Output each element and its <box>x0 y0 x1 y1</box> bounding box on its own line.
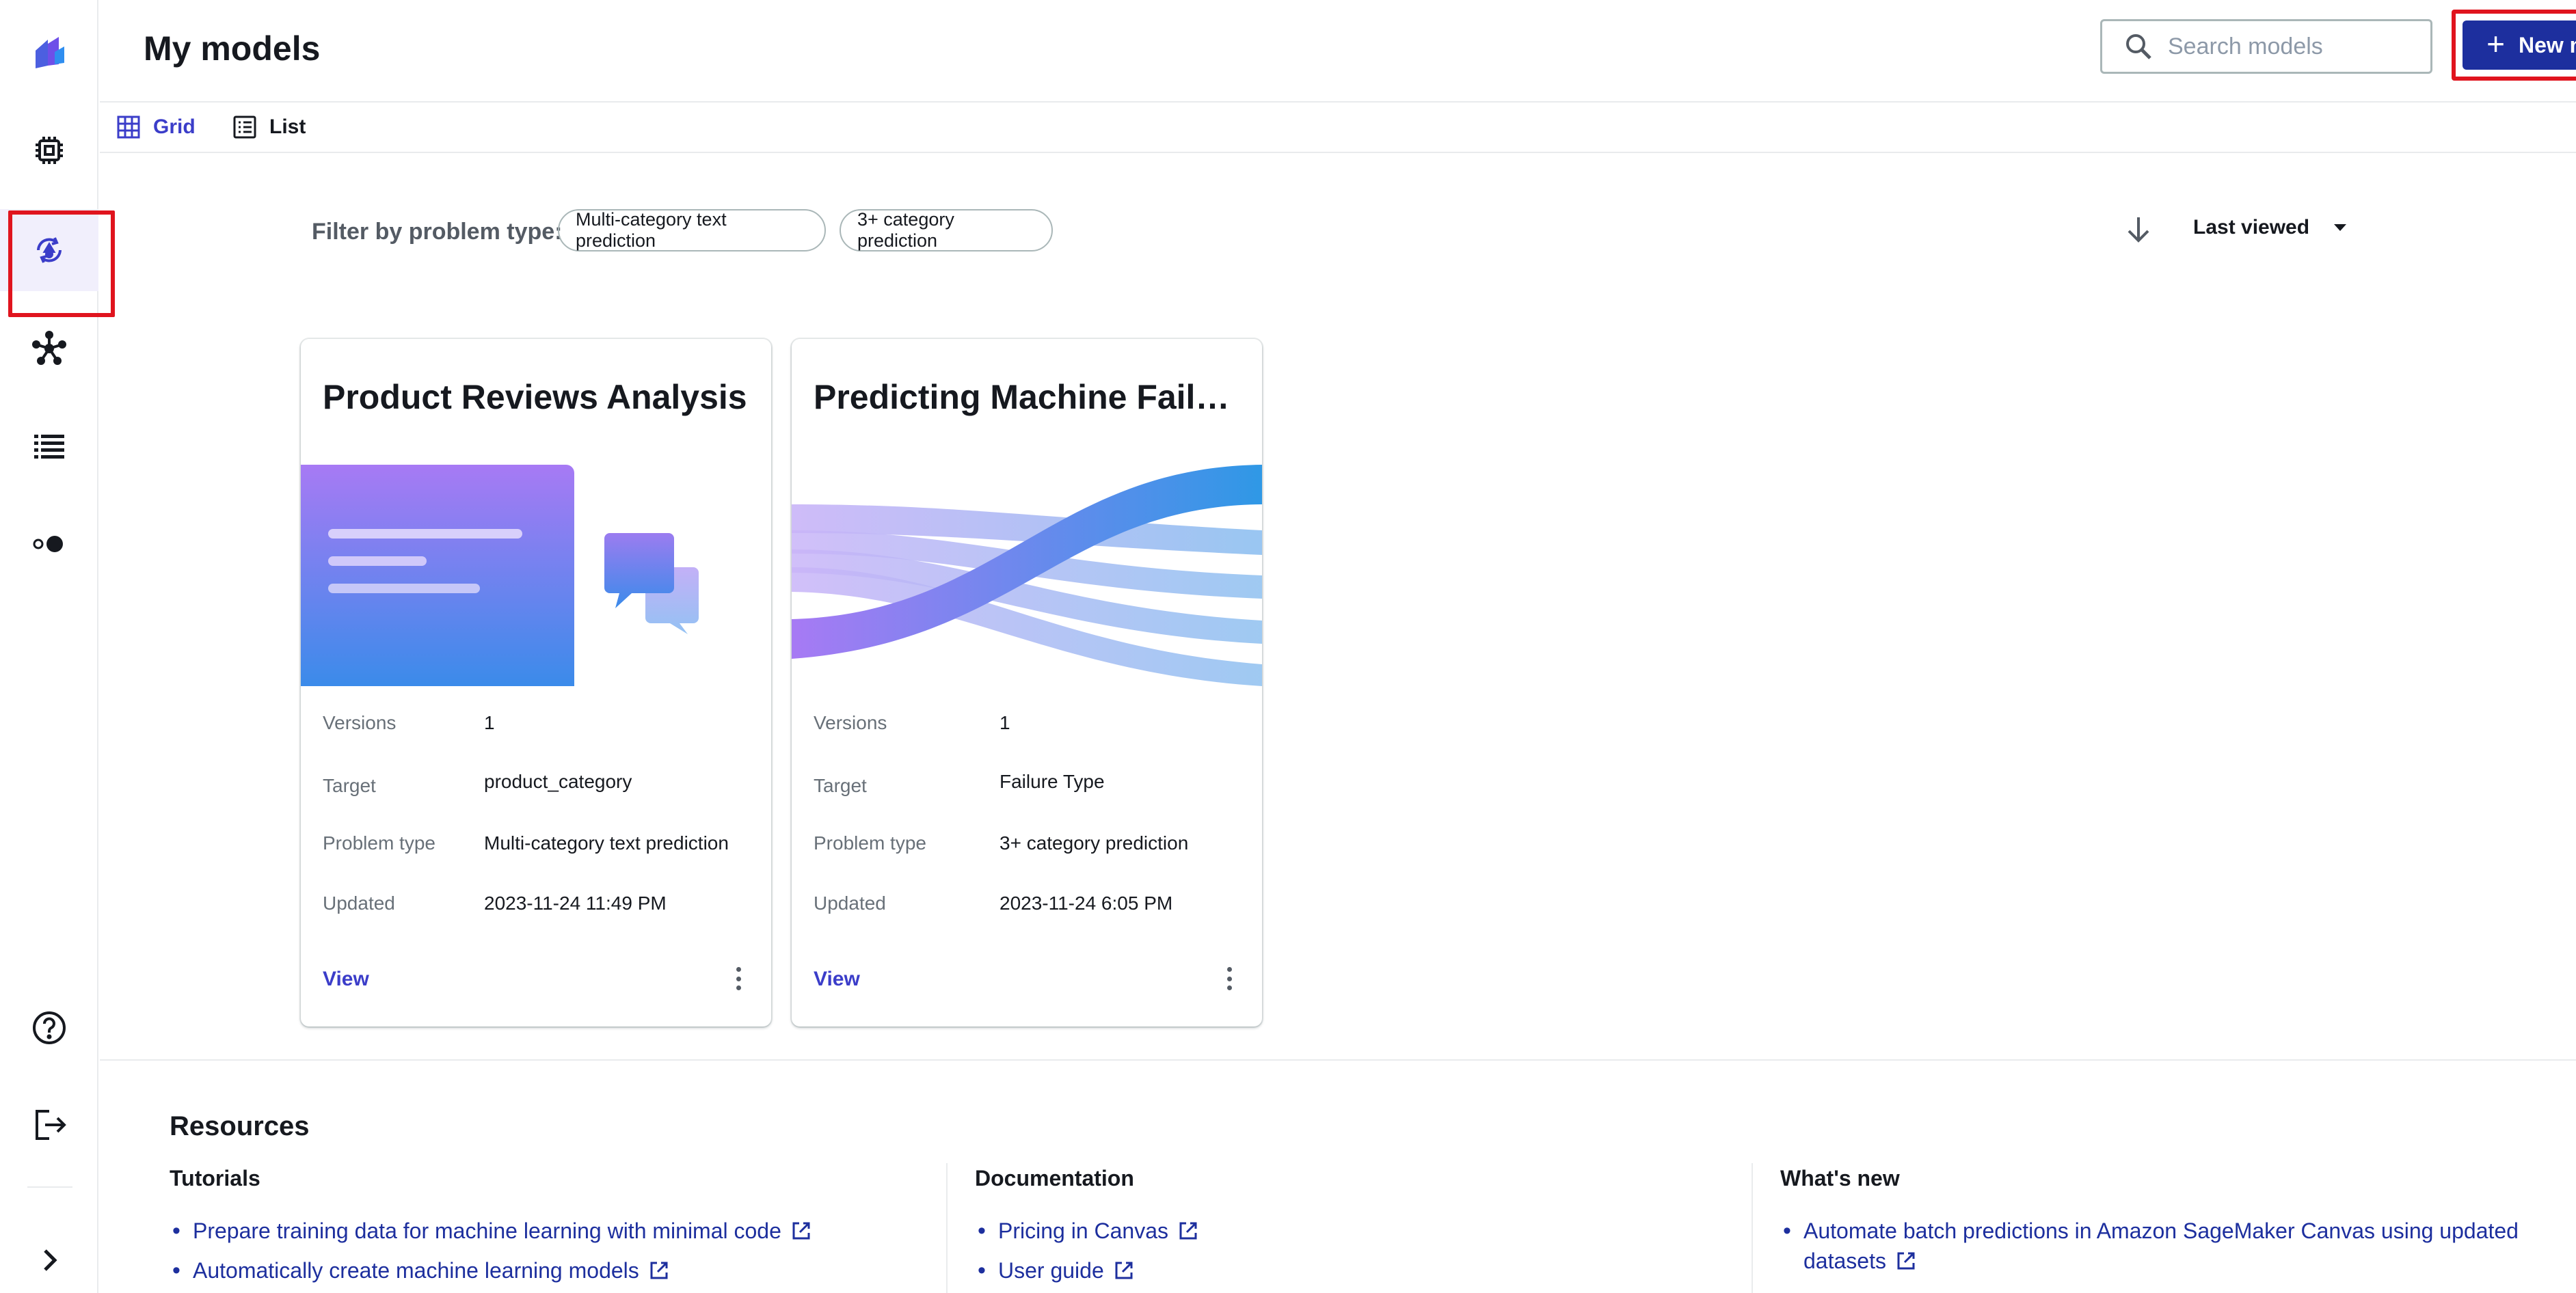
meta-row-target: Target product_category <box>323 771 632 796</box>
new-model-highlight: + New model <box>2452 10 2576 81</box>
category-prediction-illustration <box>792 465 1262 686</box>
ml-ops-icon[interactable] <box>0 308 98 390</box>
plus-icon: + <box>2486 26 2505 62</box>
model-card-title: Predicting Machine Failu... <box>814 378 1244 416</box>
meta-row-versions: Versions 1 <box>323 712 495 733</box>
text-prediction-illustration <box>301 465 699 686</box>
expand-chevron-icon[interactable] <box>0 1219 98 1293</box>
page-header: My models + New model <box>100 0 2576 103</box>
meta-row-problem-type: Problem type Multi-category text predicti… <box>323 832 729 854</box>
my-models-icon[interactable] <box>0 209 115 317</box>
filter-chip-multi-category[interactable]: Multi-category text prediction <box>558 209 826 251</box>
grid-icon <box>117 115 140 139</box>
search-icon <box>2126 34 2151 59</box>
tab-list[interactable]: List <box>232 115 306 139</box>
logout-icon[interactable] <box>0 1084 98 1166</box>
resource-link[interactable]: Pricing in Canvas <box>975 1216 1727 1246</box>
external-link-icon <box>1115 1262 1133 1279</box>
whats-new-column: What's new Automate batch predictions in… <box>1780 1166 2560 1285</box>
tutorials-column: Tutorials Prepare training data for mach… <box>170 1166 922 1293</box>
datasets-list-icon[interactable] <box>0 405 98 487</box>
left-rail <box>0 0 115 1293</box>
resource-link[interactable]: User guide <box>975 1255 1727 1285</box>
toggle-icon[interactable] <box>0 503 98 585</box>
canvas-logo-icon[interactable] <box>0 12 98 94</box>
search-input[interactable] <box>2168 33 2428 60</box>
more-options-icon[interactable] <box>1221 965 1237 992</box>
page-title: My models <box>144 29 321 68</box>
tab-grid[interactable]: Grid <box>116 115 196 139</box>
list-icon <box>233 115 256 139</box>
view-link[interactable]: View <box>814 968 860 991</box>
external-link-icon <box>792 1222 810 1240</box>
documentation-column: Documentation Pricing in Canvas User gui… <box>975 1166 1727 1293</box>
whats-new-heading: What's new <box>1780 1166 1900 1190</box>
new-model-button[interactable]: + New model <box>2463 21 2576 70</box>
caret-down-icon <box>2334 224 2347 231</box>
resources-title: Resources <box>170 1111 310 1141</box>
resource-link[interactable]: Automatically create machine learning mo… <box>170 1255 922 1285</box>
resources-divider <box>100 1059 2576 1061</box>
external-link-icon <box>650 1262 668 1279</box>
tab-grid-label: Grid <box>153 115 196 138</box>
new-model-label: New model <box>2518 32 2576 57</box>
chip-icon[interactable] <box>0 109 98 191</box>
column-separator <box>1752 1163 1753 1293</box>
meta-row-problem-type: Problem type 3+ category prediction <box>814 832 1189 854</box>
view-toggle-bar: Grid List <box>100 104 2576 153</box>
filter-chip-3plus-category[interactable]: 3+ category prediction <box>840 209 1053 251</box>
rail-divider <box>27 1186 72 1188</box>
view-link[interactable]: View <box>323 968 369 991</box>
model-card[interactable]: Product Reviews Analysis Versions 1 Targe… <box>301 339 771 1026</box>
sort-direction-icon[interactable] <box>2123 215 2154 245</box>
resource-link[interactable]: Prepare training data for machine learni… <box>170 1216 922 1246</box>
meta-row-target: Target Failure Type <box>814 771 1105 796</box>
column-separator <box>946 1163 948 1293</box>
external-link-icon <box>1897 1252 1915 1270</box>
more-options-icon[interactable] <box>730 965 747 992</box>
model-card-title: Product Reviews Analysis <box>323 378 747 416</box>
sort-select[interactable]: Last viewed <box>2193 216 2347 239</box>
tab-list-label: List <box>269 115 306 138</box>
tutorials-heading: Tutorials <box>170 1166 260 1190</box>
help-icon[interactable] <box>0 987 98 1069</box>
filter-label: Filter by problem type: <box>312 219 563 245</box>
sort-select-value: Last viewed <box>2193 216 2310 239</box>
meta-row-versions: Versions 1 <box>814 712 1010 733</box>
meta-row-updated: Updated 2023-11-24 11:49 PM <box>323 893 667 914</box>
meta-row-updated: Updated 2023-11-24 6:05 PM <box>814 893 1173 914</box>
search-box[interactable] <box>2100 19 2432 74</box>
documentation-heading: Documentation <box>975 1166 1134 1190</box>
external-link-icon <box>1179 1222 1197 1240</box>
model-card[interactable]: Predicting Machine Failu... Versions 1 Ta… <box>792 339 1262 1026</box>
resource-link[interactable]: Automate batch predictions in Amazon Sag… <box>1780 1216 2560 1276</box>
